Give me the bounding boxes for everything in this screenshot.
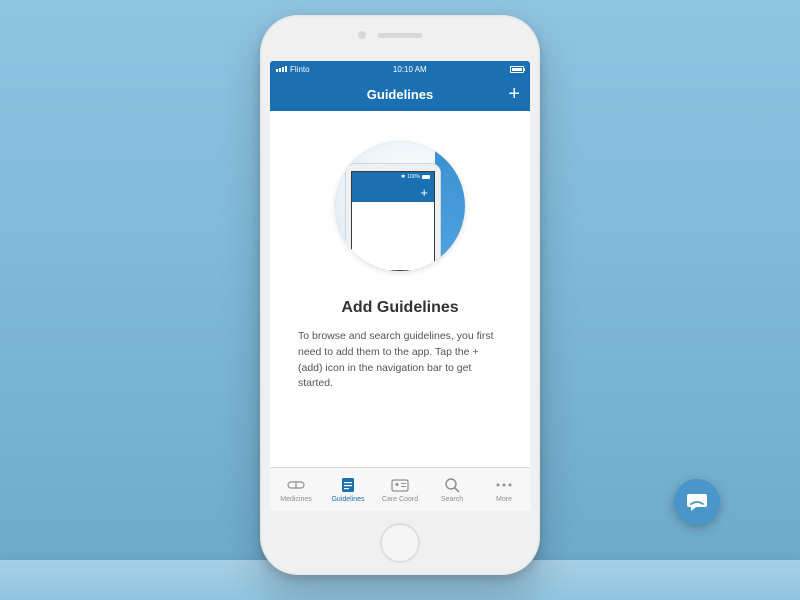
tab-label: Guidelines bbox=[331, 496, 364, 503]
screen: Flinto 10:10 AM Guidelines + ✱ 100% bbox=[270, 61, 530, 511]
content-area: ✱ 100% + Add Guidelines To browse and se… bbox=[270, 111, 530, 467]
navigation-bar: Guidelines + bbox=[270, 77, 530, 111]
carrier-label: Flinto bbox=[290, 65, 310, 74]
magnifier-icon bbox=[444, 476, 460, 494]
chat-fab[interactable] bbox=[674, 479, 720, 525]
chat-icon bbox=[685, 490, 709, 514]
empty-state-heading: Add Guidelines bbox=[341, 299, 458, 317]
clock-label: 10:10 AM bbox=[393, 65, 427, 74]
tab-bar: Medicines Guidelines Care Coord Search bbox=[270, 467, 530, 511]
tab-guidelines[interactable]: Guidelines bbox=[322, 468, 374, 511]
phone-frame: Flinto 10:10 AM Guidelines + ✱ 100% bbox=[260, 15, 540, 575]
tab-label: Care Coord bbox=[382, 496, 418, 503]
tab-label: Medicines bbox=[280, 496, 312, 503]
pill-icon bbox=[287, 476, 305, 494]
status-bar: Flinto 10:10 AM bbox=[270, 61, 530, 77]
camera-dot bbox=[358, 31, 366, 39]
add-button[interactable]: + bbox=[508, 84, 520, 104]
tab-medicines[interactable]: Medicines bbox=[270, 468, 322, 511]
empty-state-body: To browse and search guidelines, you fir… bbox=[290, 329, 510, 392]
page-title: Guidelines bbox=[367, 87, 433, 102]
clipboard-icon bbox=[341, 476, 355, 494]
signal-icon bbox=[276, 66, 287, 72]
tab-care-coord[interactable]: Care Coord bbox=[374, 468, 426, 511]
illustration-battery-label: 100% bbox=[407, 174, 420, 180]
battery-icon bbox=[510, 66, 524, 73]
tab-label: Search bbox=[441, 496, 463, 503]
illustration: ✱ 100% + bbox=[335, 141, 465, 271]
dots-icon bbox=[495, 476, 513, 494]
tab-search[interactable]: Search bbox=[426, 468, 478, 511]
plus-icon: + bbox=[420, 185, 428, 200]
battery-icon bbox=[422, 175, 430, 179]
speaker-slot bbox=[378, 33, 423, 38]
tab-label: More bbox=[496, 496, 512, 503]
id-card-icon bbox=[391, 476, 409, 494]
home-button[interactable] bbox=[380, 523, 420, 563]
tab-more[interactable]: More bbox=[478, 468, 530, 511]
bluetooth-icon: ✱ bbox=[401, 174, 405, 180]
